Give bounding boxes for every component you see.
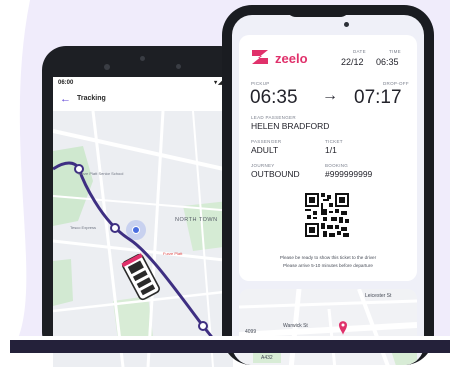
notice-line-2: Please arrive 5-10 minutes before depart… [283,263,373,268]
map-label-leicester: Leicester St [365,293,392,299]
zeelo-logo-icon [252,50,268,64]
dropoff-label: DROP-OFF [383,81,409,86]
iphone: zeelo DATE TIME 22/12 06:35 PICKUP DROP-… [222,5,434,365]
front-camera [344,22,349,27]
date-label: DATE [353,49,366,54]
qr-code-icon [305,193,349,237]
app-bar: ← Tracking [53,89,233,112]
pickup-label: PICKUP [251,81,270,86]
lead-passenger-label: LEAD PASSENGER [251,115,296,120]
arrow-left-icon[interactable]: ← [60,93,71,105]
bottom-bar [10,340,450,353]
ticket-card: zeelo DATE TIME 22/12 06:35 PICKUP DROP-… [239,35,417,281]
arrow-right-icon: → [322,87,338,104]
map-label-a432: A432 [261,355,273,361]
pin-dot [341,323,345,327]
journey-value: OUTBOUND [251,169,300,179]
date-value: 22/12 [341,57,364,67]
ticket-screen: zeelo DATE TIME 22/12 06:35 PICKUP DROP-… [232,15,424,365]
map-label-poi: Furze Platt [163,251,183,256]
route-stop[interactable] [198,321,208,331]
map-label-4099: 4099 [245,329,257,335]
map-label-express: Tesco Express [70,225,97,230]
phone-sensor-2 [176,64,181,69]
map-label-warwick: Warwick St [283,323,308,329]
status-time: 06:00 [58,80,74,86]
page-title: Tracking [77,95,106,102]
booking-value: #999999999 [325,169,373,179]
map-label-town: NORTH TOWN [175,217,218,223]
time-label: TIME [389,49,401,54]
pickup-time: 06:35 [250,87,298,108]
time-value: 06:35 [376,57,399,67]
current-location-icon [132,226,140,234]
notice-line-1: Please be ready to show this ticket to t… [279,255,377,260]
booking-label: BOOKING [325,163,349,168]
tracking-screen: 06:00 ▾◢▮ ← Tracking [53,77,233,367]
status-bar: 06:00 ▾◢▮ [53,77,233,89]
map-label-school: Furze Platt Senior School [78,171,124,176]
front-camera [104,64,110,70]
tracking-map[interactable] [53,111,233,367]
lead-passenger-name: HELEN BRADFORD [251,121,330,131]
ticket-label: TICKET [325,139,343,144]
route-stop[interactable] [110,223,120,233]
phone-notch [286,5,350,17]
passenger-value: ADULT [251,145,279,155]
destination-map[interactable]: Leicester St Warwick St 4099 A432 [239,289,417,365]
destination-map-graphic [239,289,417,365]
dropoff-time: 07:17 [354,87,402,108]
passenger-label: PASSENGER [251,139,282,144]
brand-name: zeelo [275,51,308,66]
phone-sensor [140,56,145,61]
android-phone: 06:00 ▾◢▮ ← Tracking [42,46,244,367]
park-area [53,259,73,306]
journey-label: JOURNEY [251,163,275,168]
ticket-value: 1/1 [325,145,337,155]
